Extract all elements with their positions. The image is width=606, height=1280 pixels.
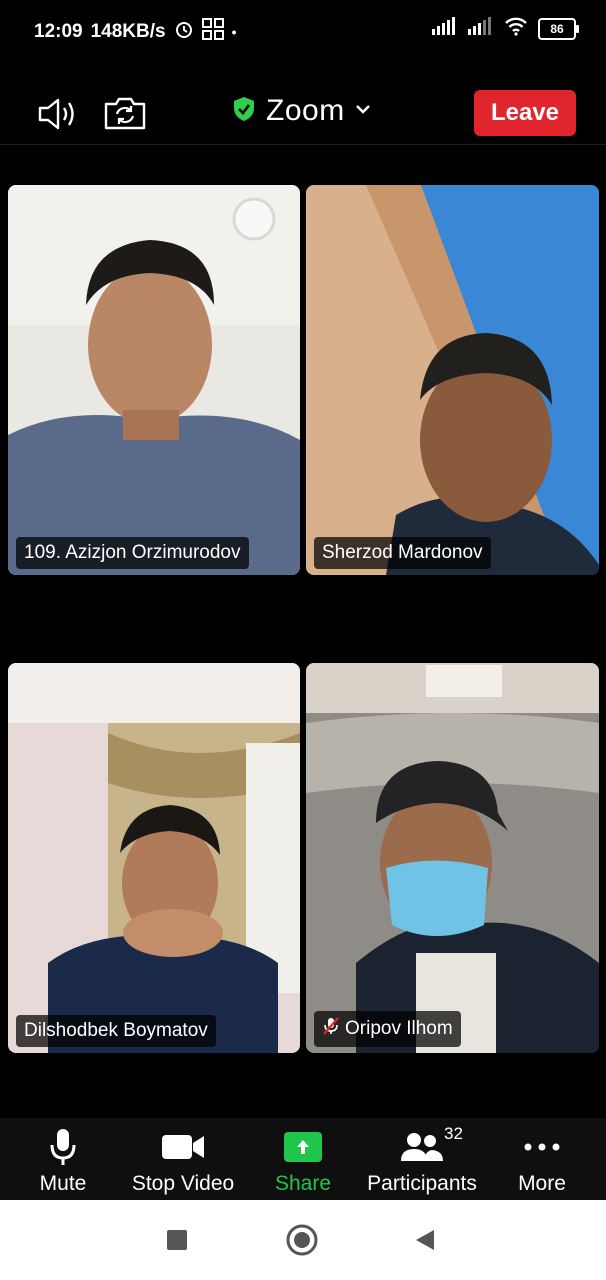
participant-name-tag: 109. Azizjon Orzimurodov [16, 537, 249, 569]
participant-name: Sherzod Mardonov [322, 542, 483, 563]
more-dots-icon [508, 1126, 576, 1168]
stop-video-button[interactable]: Stop Video [126, 1126, 240, 1196]
speaker-icon[interactable] [36, 96, 80, 132]
meeting-title-dropdown[interactable]: Zoom [232, 94, 371, 128]
video-tile-4[interactable]: Oripov Ilhom [306, 663, 599, 1053]
meeting-title: Zoom [266, 94, 345, 127]
more-label: More [518, 1172, 566, 1195]
back-triangle-icon[interactable] [414, 1228, 436, 1257]
status-left: 12:09 148KB/s • [34, 18, 237, 46]
share-label: Share [274, 1172, 332, 1195]
participant-name-tag: Sherzod Mardonov [314, 537, 491, 569]
battery-icon: 86 [538, 17, 579, 40]
mute-label: Mute [39, 1172, 87, 1195]
video-feed [306, 663, 599, 1053]
home-circle-icon[interactable] [286, 1224, 318, 1261]
alarm-icon [174, 19, 194, 45]
participant-name: Oripov Ilhom [345, 1018, 453, 1039]
meeting-toolbar: Mute Stop Video Share 32 Participants Mo… [0, 1118, 606, 1200]
status-right: 86 [432, 16, 579, 41]
android-nav-bar [0, 1200, 606, 1280]
participant-name-tag: Oripov Ilhom [314, 1011, 461, 1047]
video-tile-3[interactable]: Dilshodbek Boymatov [8, 663, 300, 1053]
video-camera-icon [126, 1126, 240, 1168]
video-feed [306, 185, 599, 575]
participant-name: 109. Azizjon Orzimurodov [24, 542, 241, 563]
video-tile-1[interactable]: 109. Azizjon Orzimurodov [8, 185, 300, 575]
signal-icon-2 [468, 17, 494, 40]
switch-camera-icon[interactable] [102, 94, 148, 132]
leave-button[interactable]: Leave [474, 90, 576, 136]
participants-count: 32 [444, 1124, 463, 1143]
video-tile-2[interactable]: Sherzod Mardonov [306, 185, 599, 575]
more-button[interactable]: More [508, 1126, 576, 1196]
recents-square-icon[interactable] [166, 1229, 188, 1256]
dot-indicator: • [231, 24, 237, 40]
participant-name: Dilshodbek Boymatov [24, 1020, 208, 1041]
meeting-top-bar: Zoom Leave [0, 84, 606, 145]
stop-video-label: Stop Video [131, 1172, 235, 1195]
clock: 12:09 [34, 21, 83, 42]
network-speed: 148KB/s [90, 21, 166, 42]
signal-icon [432, 17, 458, 40]
wifi-icon [504, 16, 528, 41]
participants-button[interactable]: 32 Participants [360, 1124, 484, 1196]
share-button[interactable]: Share [268, 1126, 338, 1196]
video-feed [8, 185, 300, 575]
shield-check-icon [232, 96, 256, 127]
share-arrow-icon [284, 1132, 322, 1162]
qr-icon [201, 18, 224, 46]
participants-icon: 32 [360, 1124, 484, 1168]
muted-mic-icon [322, 1016, 340, 1042]
participants-label: Participants [367, 1172, 477, 1195]
microphone-icon [28, 1126, 98, 1168]
status-bar: 12:09 148KB/s • 86 [0, 0, 606, 60]
chevron-down-icon [355, 102, 371, 120]
video-feed [8, 663, 300, 1053]
mute-button[interactable]: Mute [28, 1126, 98, 1196]
participant-name-tag: Dilshodbek Boymatov [16, 1015, 216, 1047]
